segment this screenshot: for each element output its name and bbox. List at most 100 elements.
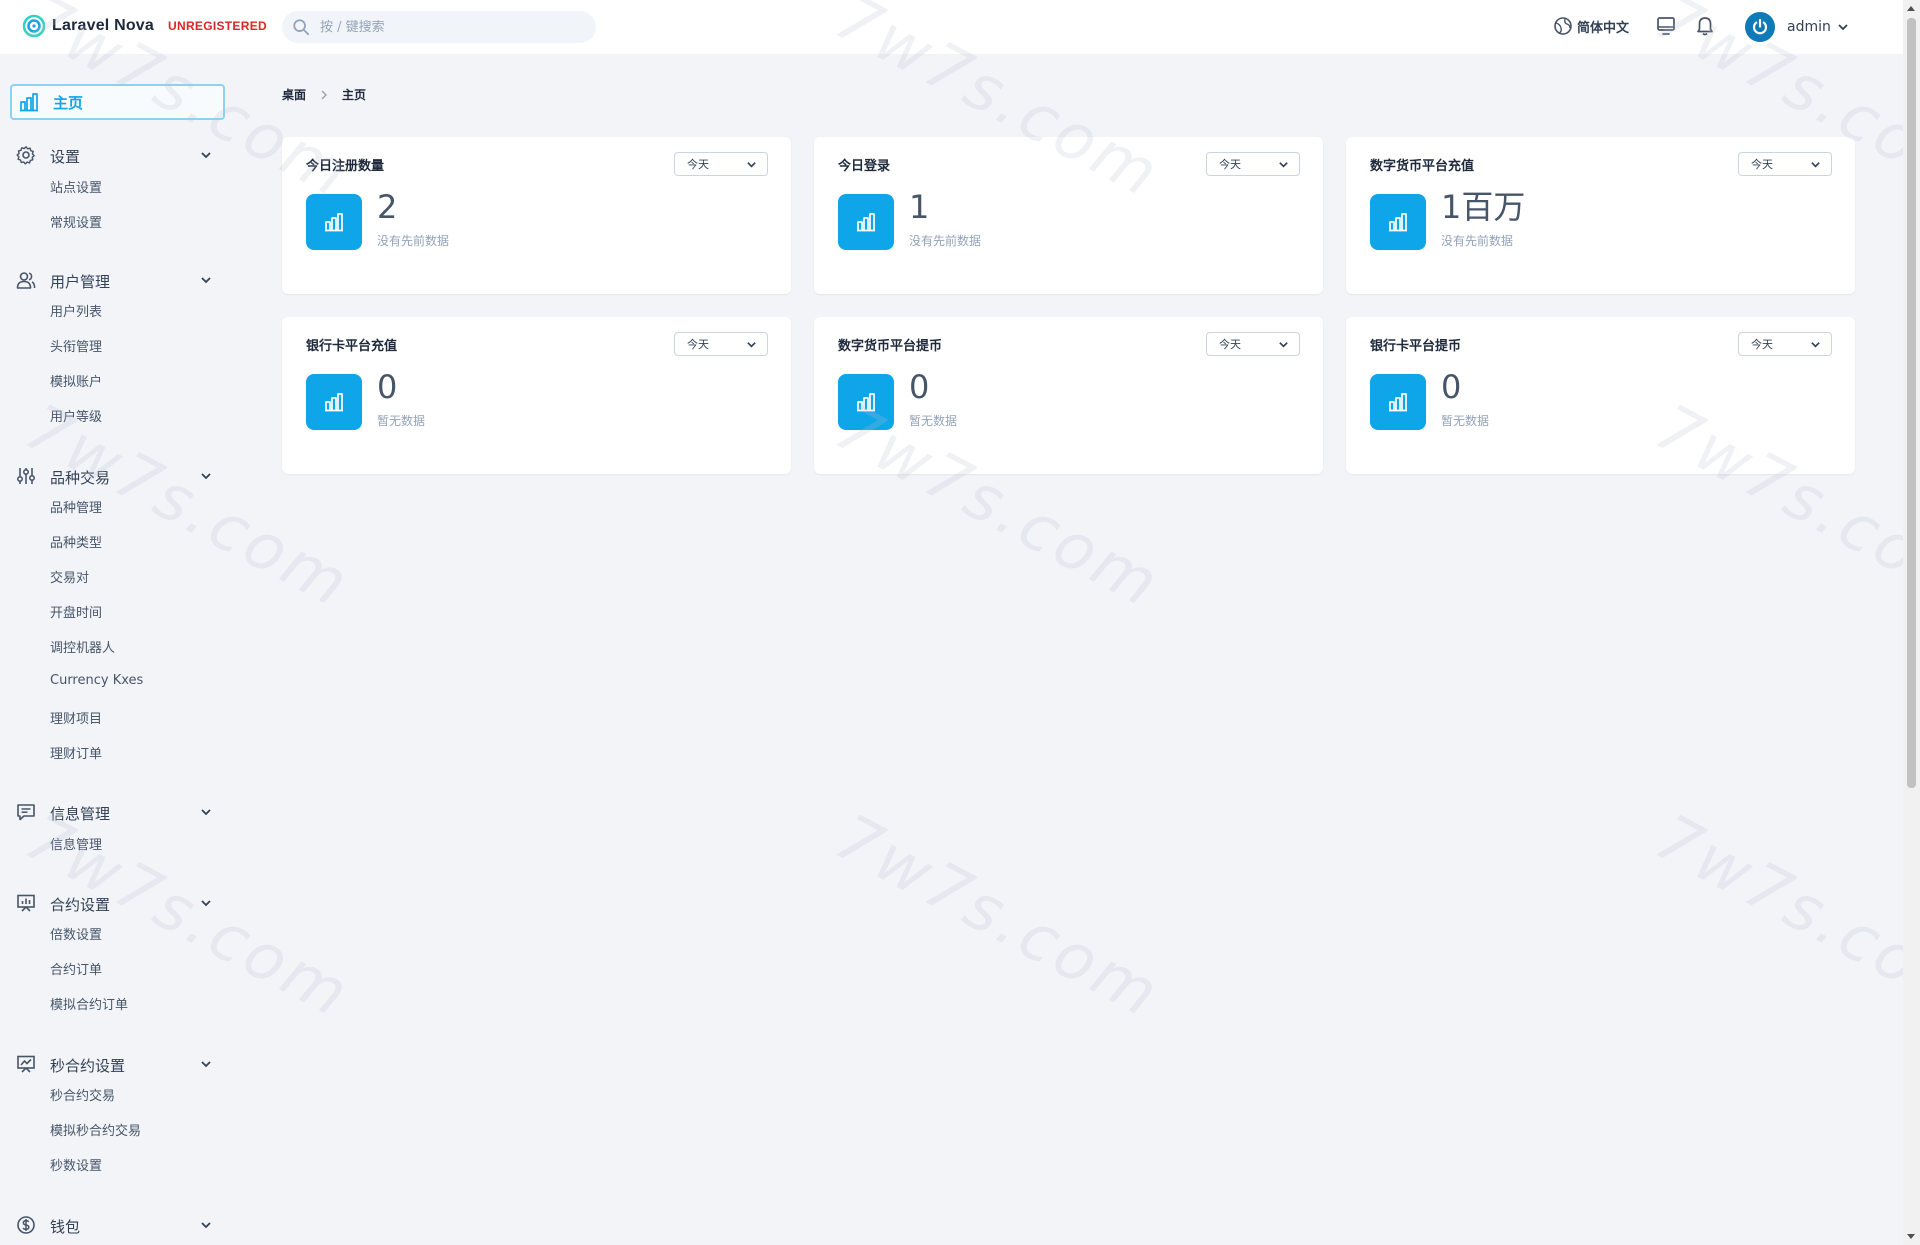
sidebar-group-header[interactable]: 信息管理 — [0, 798, 230, 826]
sidebar-item-currency-kxes[interactable]: Currency Kxes — [50, 673, 143, 688]
metric-card: 数字货币平台充值 今天 1百万 没有先前数据 — [1346, 137, 1855, 294]
sidebar-item-opening-hours[interactable]: 开盘时间 — [50, 602, 102, 621]
sidebar-item-general-settings[interactable]: 常规设置 — [50, 212, 102, 231]
breadcrumb: 桌面 主页 — [282, 86, 366, 103]
metric-note: 没有先前数据 — [1441, 234, 1514, 248]
group-label: 信息管理 — [50, 805, 111, 823]
sidebar-group-second-contracts: 秒合约设置 秒合约交易 模拟秒合约交易 秒数设置 — [0, 1050, 230, 1174]
bar-chart-icon — [1389, 393, 1407, 412]
chevron-down-icon — [201, 809, 211, 816]
breadcrumb-root[interactable]: 桌面 — [282, 86, 306, 103]
metric-icon-box — [306, 374, 362, 430]
chart-board-icon — [17, 1055, 35, 1073]
sidebar-item-second-contract-trading[interactable]: 秒合约交易 — [50, 1085, 115, 1104]
metric-icon-box — [838, 194, 894, 250]
metric-value: 0 — [1441, 368, 1462, 406]
metric-icon-box — [306, 194, 362, 250]
monitor-icon[interactable] — [1655, 15, 1677, 37]
metric-note: 暂无数据 — [909, 414, 958, 428]
metric-card: 银行卡平台提币 今天 0 暂无数据 — [1346, 317, 1855, 474]
bar-chart-icon — [1389, 213, 1407, 232]
sidebar-group-header[interactable]: 设置 — [0, 141, 230, 169]
sidebar-item-wealth-orders[interactable]: 理财订单 — [50, 743, 102, 762]
group-label: 品种交易 — [50, 469, 111, 487]
nova-logo-icon — [22, 14, 46, 38]
metric-card: 今日登录 今天 1 没有先前数据 — [814, 137, 1323, 294]
chevron-down-icon — [201, 1061, 211, 1068]
chevron-down-icon — [1838, 24, 1848, 31]
metric-card: 银行卡平台充值 今天 0 暂无数据 — [282, 317, 791, 474]
range-select[interactable]: 今天 — [674, 332, 768, 356]
range-select[interactable]: 今天 — [1738, 332, 1832, 356]
scroll-down-arrow[interactable] — [1907, 1234, 1915, 1239]
globe-icon — [1554, 17, 1572, 35]
metric-note: 没有先前数据 — [909, 234, 982, 248]
range-select-value: 今天 — [1219, 338, 1241, 351]
sidebar-item-wealth-products[interactable]: 理财项目 — [50, 708, 102, 727]
group-label: 钱包 — [50, 1218, 81, 1236]
range-select[interactable]: 今天 — [674, 152, 768, 176]
sidebar-group-header[interactable]: 用户管理 — [0, 266, 230, 294]
presentation-icon — [17, 894, 35, 912]
sidebar-item-demo-accounts[interactable]: 模拟账户 — [50, 371, 102, 390]
sidebar-item-site-settings[interactable]: 站点设置 — [50, 177, 102, 196]
sidebar-item-trading-pairs[interactable]: 交易对 — [50, 567, 89, 586]
top-header: Laravel Nova UNREGISTERED 简体中文 admin — [0, 0, 1903, 54]
metric-note: 没有先前数据 — [377, 234, 450, 248]
chevron-down-icon — [201, 152, 211, 159]
range-select[interactable]: 今天 — [1738, 152, 1832, 176]
range-select-value: 今天 — [1751, 158, 1773, 171]
group-label: 合约设置 — [50, 896, 111, 914]
sidebar-item-demo-second-contract-trading[interactable]: 模拟秒合约交易 — [50, 1120, 141, 1139]
chevron-down-icon — [1811, 162, 1820, 168]
metric-value: 1 — [909, 188, 930, 226]
sidebar-item-message-management[interactable]: 信息管理 — [50, 834, 102, 853]
app-logo[interactable]: Laravel Nova UNREGISTERED — [22, 14, 267, 38]
sidebar-group-header[interactable]: 品种交易 — [0, 462, 230, 490]
sidebar-item-symbol-types[interactable]: 品种类型 — [50, 532, 102, 551]
sidebar-item-seconds-settings[interactable]: 秒数设置 — [50, 1155, 102, 1174]
metric-icon-box — [838, 374, 894, 430]
sidebar-item-user-list[interactable]: 用户列表 — [50, 301, 102, 320]
gear-icon — [16, 146, 35, 165]
sidebar-item-symbols[interactable]: 品种管理 — [50, 497, 102, 516]
scroll-up-arrow[interactable] — [1907, 6, 1915, 11]
bar-chart-icon — [20, 93, 38, 112]
search-icon — [293, 19, 310, 36]
sidebar-item-demo-contract-orders[interactable]: 模拟合约订单 — [50, 994, 128, 1013]
sidebar-item-leverage-settings[interactable]: 倍数设置 — [50, 924, 102, 943]
sidebar-item-user-levels[interactable]: 用户等级 — [50, 406, 102, 425]
sidebar-item-contract-orders[interactable]: 合约订单 — [50, 959, 102, 978]
user-menu[interactable]: admin — [1745, 12, 1850, 42]
scrollbar[interactable] — [1903, 0, 1920, 1245]
bar-chart-icon — [857, 213, 875, 232]
watermark-text: 7w7s.com — [1643, 800, 1920, 1034]
chevron-right-icon — [321, 90, 328, 99]
dollar-icon — [17, 1216, 35, 1234]
card-title: 数字货币平台充值 — [1370, 159, 1475, 174]
search-input[interactable] — [320, 19, 580, 35]
metric-value: 0 — [377, 368, 398, 406]
chevron-down-icon — [747, 162, 756, 168]
sidebar-item-control-robot[interactable]: 调控机器人 — [50, 637, 115, 656]
bell-icon[interactable] — [1694, 15, 1716, 37]
card-title: 今日登录 — [838, 159, 891, 174]
card-title: 今日注册数量 — [306, 159, 385, 174]
language-switcher[interactable]: 简体中文 — [1553, 16, 1629, 36]
range-select[interactable]: 今天 — [1206, 332, 1300, 356]
range-select-value: 今天 — [1219, 158, 1241, 171]
avatar — [1745, 12, 1775, 42]
metric-icon-box — [1370, 374, 1426, 430]
global-search[interactable] — [282, 11, 596, 43]
sidebar-group-header[interactable]: 秒合约设置 — [0, 1050, 230, 1078]
scroll-thumb[interactable] — [1907, 18, 1916, 788]
sidebar-group-header[interactable]: 钱包 — [0, 1211, 230, 1239]
sidebar-item-home[interactable]: 主页 — [10, 84, 225, 120]
sidebar-item-titles[interactable]: 头衔管理 — [50, 336, 102, 355]
group-label: 用户管理 — [50, 273, 111, 291]
card-title: 银行卡平台充值 — [306, 339, 398, 354]
sidebar-group-header[interactable]: 合约设置 — [0, 889, 230, 917]
group-label: 秒合约设置 — [50, 1057, 126, 1075]
range-select[interactable]: 今天 — [1206, 152, 1300, 176]
chevron-down-icon — [201, 277, 211, 284]
